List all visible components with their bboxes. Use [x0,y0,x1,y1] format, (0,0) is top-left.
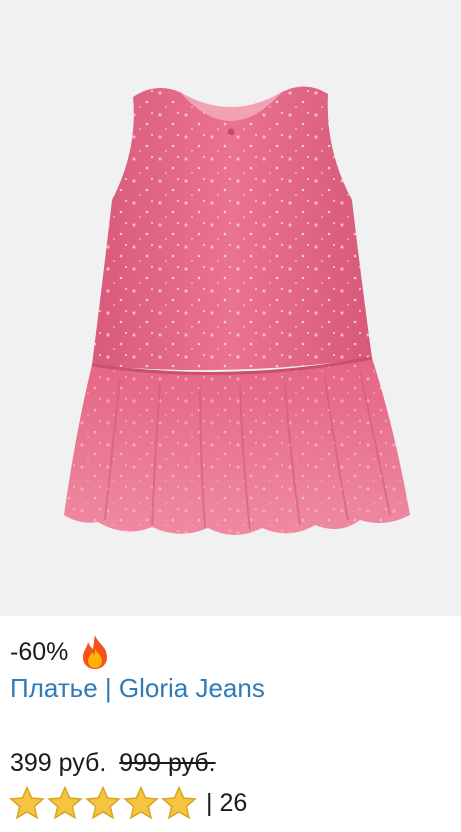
star-icon [160,785,198,820]
star-icon [84,785,122,820]
star-icon [122,785,160,820]
product-card[interactable]: -60% Платье | Gloria Jeans 399 руб. 999 … [0,0,461,832]
discount-row: -60% [10,634,112,670]
dress-illustration [64,86,410,535]
old-price: 999 руб. [119,749,216,777]
star-icon [8,785,46,820]
star-icon [46,785,84,820]
product-title-link[interactable]: Платье | Gloria Jeans [10,673,265,704]
fire-icon [78,634,112,670]
discount-badge: -60% [10,637,69,666]
price-row: 399 руб. 999 руб. [10,749,216,778]
product-image[interactable] [0,0,461,616]
current-price: 399 руб. [10,749,107,777]
rating-row: | 26 [8,785,248,820]
review-count: | 26 [206,788,248,817]
